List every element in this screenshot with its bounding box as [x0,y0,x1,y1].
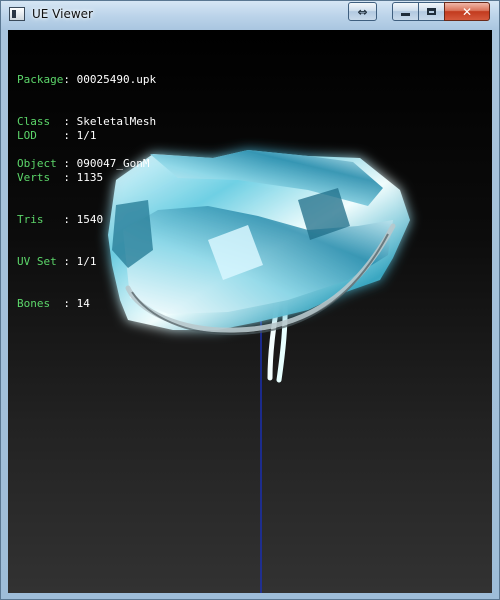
mesh-stats-panel: LOD : 1/1 Verts : 1135 Tris : 1540 UV Se… [17,101,103,339]
stat-value: 1/1 [76,255,97,268]
stat-separator: : [63,213,77,226]
stat-separator: : [63,129,77,142]
window-title: UE Viewer [32,7,93,21]
close-button[interactable]: ✕ [444,2,490,21]
app-icon [9,7,25,21]
toggle-size-button[interactable]: ⇔ [348,2,377,21]
stat-separator: : [63,297,77,310]
stat-value: 1540 [76,213,104,226]
stat-separator: : [63,255,77,268]
arrows-left-right-icon: ⇔ [357,4,368,19]
stat-row-lod: LOD : 1/1 [17,129,103,143]
stat-label: LOD [17,129,64,142]
info-label: Package [17,73,64,86]
stat-separator: : [63,171,77,184]
stat-row-tris: Tris : 1540 [17,213,103,227]
title-bar[interactable]: UE Viewer ⇔ ✕ [1,1,499,30]
stat-value: 14 [76,297,90,310]
info-row-package: Package: 00025490.upk [17,73,156,87]
minimize-icon [401,13,410,16]
minimize-button[interactable] [392,2,419,21]
stat-label: Verts [17,171,64,184]
close-icon: ✕ [461,4,473,19]
stat-row-bones: Bones : 14 [17,297,103,311]
stat-value: 1135 [76,171,104,184]
stat-label: UV Set [17,255,64,268]
stat-label: Bones [17,297,64,310]
info-separator: : [63,73,77,86]
maximize-button[interactable] [418,2,445,21]
stat-row-uv-set: UV Set : 1/1 [17,255,103,269]
app-window: UE Viewer ⇔ ✕ Package: 00025490.upk Cla… [0,0,500,600]
stat-label: Tris [17,213,64,226]
maximize-icon [427,8,436,15]
info-value: 00025490.upk [76,73,157,86]
stat-row-verts: Verts : 1135 [17,171,103,185]
3d-viewport[interactable]: Package: 00025490.upk Class : SkeletalMe… [8,30,492,593]
stat-value: 1/1 [76,129,97,142]
